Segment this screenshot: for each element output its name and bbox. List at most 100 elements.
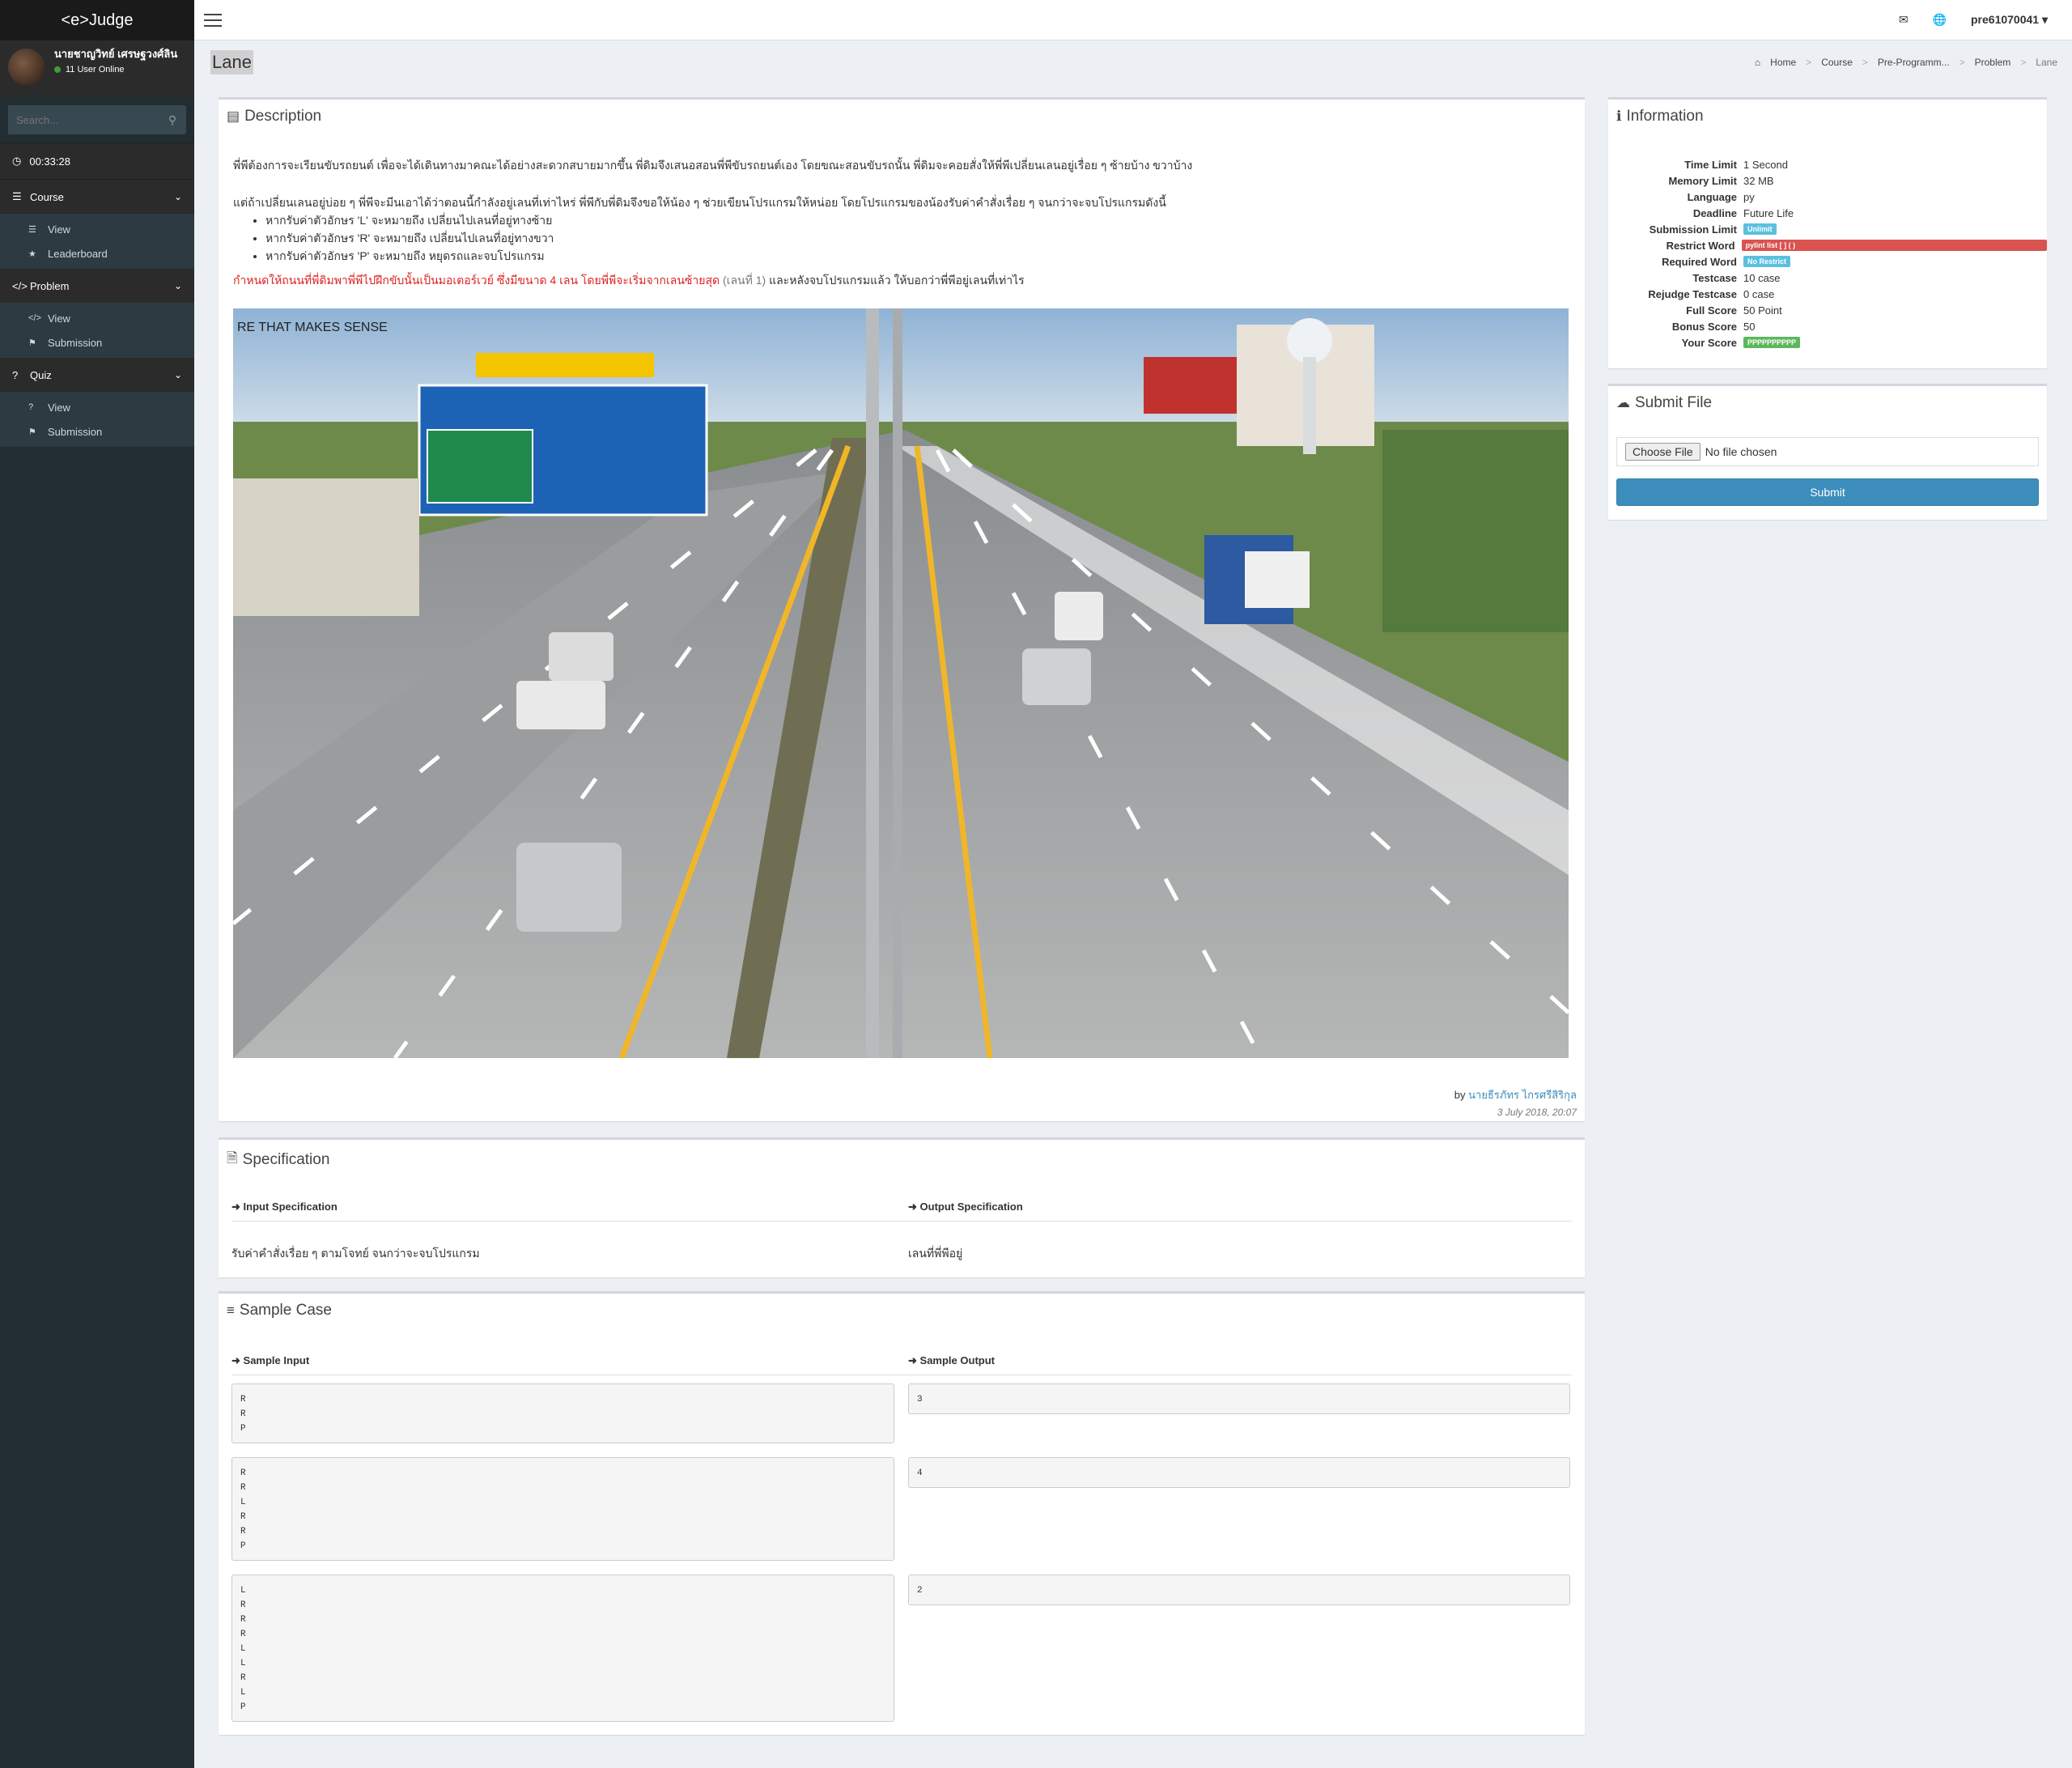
search-button[interactable]: ⚲	[159, 105, 186, 134]
quiz-submenu: ? View ⚑ Submission	[0, 392, 194, 447]
sample-output-3: 2	[908, 1575, 1570, 1605]
description-p2: แต่ถ้าเปลี่ยนเลนอยู่บ่อย ๆ พี่พีจะมีนเอา…	[233, 193, 1569, 265]
username: pre61070041	[1971, 13, 2040, 26]
app-logo[interactable]: <e>Judge	[0, 0, 194, 40]
sign-text: RE THAT MAKES SENSE	[237, 321, 388, 334]
info-row: Your Score PPPPPPPPPP	[1608, 334, 2047, 351]
sample-case-title-text: Sample Case	[239, 1302, 332, 1319]
description-title-text: Description	[244, 108, 322, 125]
author-block: by นายธีรภัทร ไกรศรีสิริกุล 3 July 2018,…	[1454, 1086, 1577, 1118]
info-key: Memory Limit	[1668, 174, 1737, 187]
user-menu[interactable]: pre61070041 ▾	[1971, 13, 2048, 27]
menu-course[interactable]: ☰ Course ⌄	[0, 180, 194, 214]
info-row: Restrict Word pylint list [ ] ( )	[1608, 237, 2047, 253]
list-item: หากรับค่าตัวอักษร 'L' จะหมายถึง เปลี่ยนไ…	[265, 211, 1569, 229]
info-key: Your Score	[1681, 336, 1737, 349]
file-icon: 🗎	[227, 1150, 238, 1166]
breadcrumb-current: Lane	[2036, 57, 2057, 68]
info-icon: ℹ	[1616, 108, 1622, 124]
info-key: Testcase	[1692, 271, 1737, 284]
description-p3-rest: และหลังจบโปรแกรมแล้ว ให้บอกว่าพี่พีอยู่เ…	[769, 274, 1025, 287]
post-date: 3 July 2018, 20:07	[1497, 1107, 1577, 1118]
flag-icon: ⚑	[28, 338, 36, 348]
trophy-icon: ★	[28, 249, 36, 259]
submit-file-title-text: Submit File	[1635, 394, 1713, 411]
envelope-icon[interactable]: ✉	[1899, 13, 1909, 27]
course-submenu: ☰ View ★ Leaderboard	[0, 214, 194, 269]
hamburger-menu-icon[interactable]	[204, 13, 222, 27]
sign-out-icon: ➜	[908, 1354, 917, 1366]
specification-title: 🗎 Specification	[219, 1140, 1585, 1179]
description-p3-highlight: กำหนดให้ถนนที่พี่ดิมพาพี่พีไปฝึกขับนั้นเ…	[233, 274, 720, 287]
choose-file-button[interactable]: Choose File	[1625, 443, 1700, 461]
sidebar-item-problem-view[interactable]: </> View	[0, 306, 194, 330]
breadcrumb-course[interactable]: Course	[1821, 57, 1853, 68]
output-spec-label: Output Specification	[919, 1201, 1023, 1213]
information-title-text: Information	[1626, 108, 1704, 125]
info-row: Bonus Score 50	[1608, 318, 2047, 334]
breadcrumb-problem[interactable]: Problem	[1975, 57, 2011, 68]
info-key: Full Score	[1686, 304, 1737, 317]
globe-icon[interactable]: 🌐	[1933, 13, 1947, 27]
input-spec-text: รับค่าคำสั่งเรื่อย ๆ ตามโจทย์ จนกว่าจะจบ…	[231, 1247, 480, 1260]
list-icon: ☰	[28, 224, 36, 235]
timer: ◷ 00:33:28	[0, 142, 194, 180]
sidebar-item-label: View	[48, 401, 70, 414]
sample-output-header: ➜ Sample Output	[908, 1354, 995, 1367]
output-spec-header: ➜ Output Specification	[908, 1201, 1023, 1213]
specification-title-text: Specification	[242, 1150, 330, 1168]
breadcrumb-course-name[interactable]: Pre-Programm...	[1878, 57, 1950, 68]
info-row: Submission Limit Unlimit	[1608, 221, 2047, 237]
description-title: ▤ Description	[219, 100, 1585, 134]
info-value: 50	[1743, 320, 1756, 333]
problem-submenu: </> View ⚑ Submission	[0, 303, 194, 358]
sidebar: <e>Judge นายชาญวิทย์ เศรษฐวงศ์ลิน 11 Use…	[0, 0, 194, 1768]
specification-box: 🗎 Specification ➜ Input Specification ➜ O…	[219, 1137, 1585, 1277]
info-row: Time Limit 1 Second	[1608, 156, 2047, 172]
info-value: 1 Second	[1743, 158, 1788, 171]
info-value: 50 Point	[1743, 304, 1782, 317]
code-icon: </>	[28, 313, 41, 323]
author-link[interactable]: นายธีรภัทร ไกรศรีสิริกุล	[1468, 1089, 1577, 1101]
course-icon: ☰	[12, 190, 22, 202]
submit-file-title: ☁ Submit File	[1608, 386, 2047, 420]
sample-output-1: 3	[908, 1383, 1570, 1414]
submit-button[interactable]: Submit	[1616, 478, 2039, 506]
menu-problem[interactable]: </> Problem ⌄	[0, 269, 194, 303]
sample-output-label: Sample Output	[919, 1354, 995, 1366]
info-value: 32 MB	[1743, 174, 1774, 187]
menu-problem-label: Problem	[30, 279, 70, 292]
output-spec-text: เลนที่พี่พีอยู่	[908, 1247, 963, 1260]
home-icon: ⌂	[1754, 57, 1761, 68]
file-input[interactable]: Choose File No file chosen	[1616, 437, 2039, 466]
file-status: No file chosen	[1705, 445, 1777, 458]
sidebar-item-label: Submission	[48, 336, 103, 349]
user-name: นายชาญวิทย์ เศรษฐวงศ์ลิน	[54, 48, 178, 60]
sidebar-item-leaderboard[interactable]: ★ Leaderboard	[0, 241, 194, 266]
sidebar-item-problem-submission[interactable]: ⚑ Submission	[0, 330, 194, 355]
menu-quiz[interactable]: ? Quiz ⌄	[0, 358, 194, 392]
sidebar-item-label: Leaderboard	[48, 247, 108, 260]
sidebar-item-course-view[interactable]: ☰ View	[0, 217, 194, 241]
clock-icon: ◷	[12, 155, 22, 167]
sample-case-box: ≡ Sample Case ➜ Sample Input ➜ Sample Out…	[219, 1291, 1585, 1735]
sidebar-item-quiz-submission[interactable]: ⚑ Submission	[0, 419, 194, 444]
online-status: 11 User Online	[54, 65, 177, 74]
user-panel: นายชาญวิทย์ เศรษฐวงศ์ลิน 11 User Online	[0, 40, 194, 97]
sidebar-item-quiz-view[interactable]: ? View	[0, 395, 194, 419]
search-input[interactable]	[8, 105, 159, 134]
info-key: Language	[1687, 190, 1737, 203]
status-badge: No Restrict	[1743, 256, 1791, 267]
sample-output-2: 4	[908, 1457, 1570, 1488]
info-key: Rejudge Testcase	[1648, 287, 1737, 300]
status-badge: Unlimit	[1743, 223, 1777, 235]
sample-input-header: ➜ Sample Input	[231, 1354, 309, 1367]
list-ol-icon: ≡	[227, 1303, 235, 1318]
breadcrumb-home[interactable]: Home	[1770, 57, 1796, 68]
breadcrumb: ⌂ Home > Course > Pre-Programm... > Problem…	[1754, 57, 2057, 68]
code-icon: </>	[12, 279, 28, 292]
sign-in-icon: ➜	[231, 1354, 240, 1366]
information-table: Time Limit 1 Second Memory Limit 32 MB Langu…	[1608, 156, 2047, 351]
motorway-photo: RE THAT MAKES SENSE	[233, 308, 1569, 1058]
info-key: Required Word	[1662, 255, 1737, 268]
